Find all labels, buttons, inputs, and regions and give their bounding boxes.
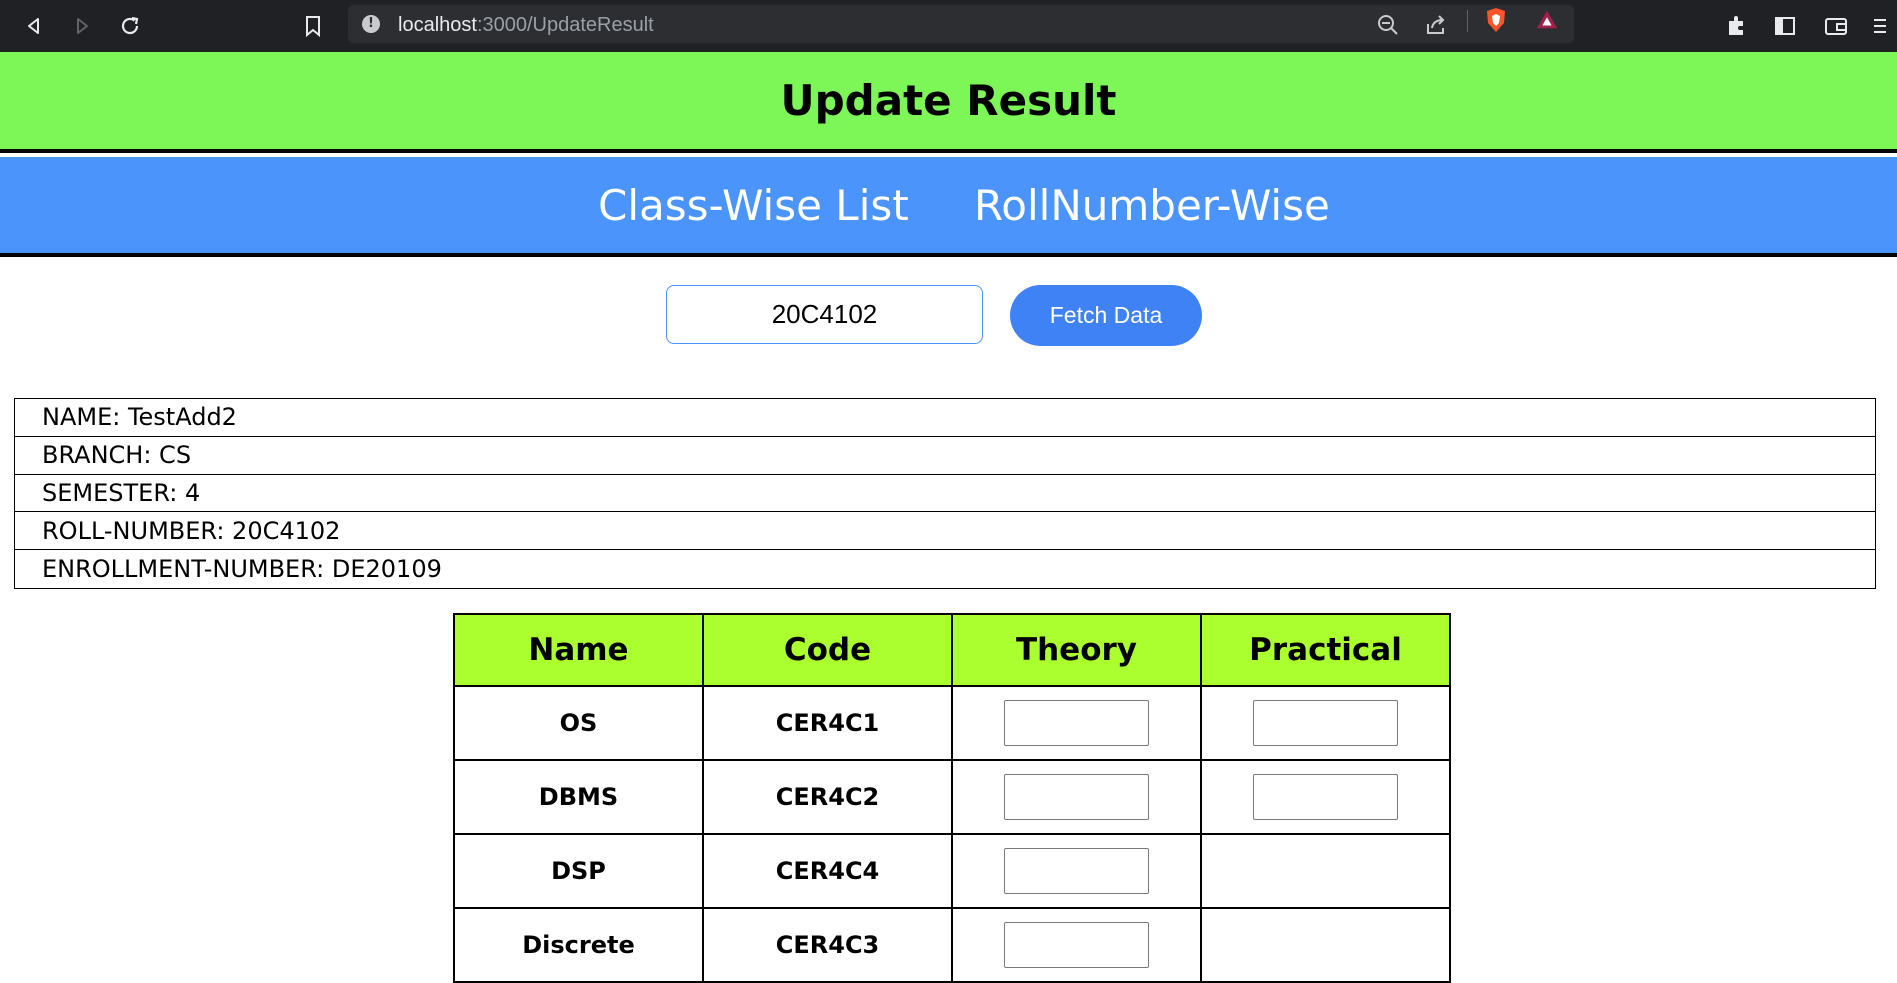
subject-name: Discrete (453, 907, 704, 983)
marks-table: Name Code Theory Practical OS CER4C1 DBM… (453, 613, 1451, 983)
wallet-icon[interactable] (1822, 12, 1850, 40)
info-icon[interactable]: ! (362, 15, 380, 33)
subject-code: CER4C3 (702, 907, 953, 983)
brave-rewards-icon[interactable] (1535, 8, 1559, 32)
main-nav: Class-Wise List RollNumber-Wise (0, 157, 1897, 257)
url-host: localhost (398, 14, 477, 36)
bookmark-icon[interactable] (297, 10, 329, 42)
practical-cell (1200, 685, 1451, 761)
student-name: NAME: TestAdd2 (15, 399, 1875, 437)
theory-cell (951, 685, 1202, 761)
subject-name: OS (453, 685, 704, 761)
subject-code: CER4C2 (702, 759, 953, 835)
student-semester: SEMESTER: 4 (15, 475, 1875, 513)
header-theory: Theory (951, 613, 1202, 687)
header-name: Name (453, 613, 704, 687)
back-icon[interactable] (18, 10, 50, 42)
student-enrollment-number: ENROLLMENT-NUMBER: DE20109 (42, 555, 442, 584)
practical-marks-input[interactable] (1253, 700, 1398, 746)
extensions-icon[interactable] (1722, 12, 1750, 40)
page-header: Update Result (0, 52, 1897, 153)
theory-marks-input[interactable] (1004, 700, 1149, 746)
zoom-out-icon[interactable] (1376, 13, 1400, 37)
theory-marks-input[interactable] (1004, 848, 1149, 894)
menu-icon[interactable] (1870, 12, 1890, 40)
browser-toolbar: ! localhost:3000/UpdateResult (0, 0, 1897, 52)
subject-name: DBMS (453, 759, 704, 835)
student-branch: BRANCH: CS (15, 437, 1875, 475)
subject-code: CER4C4 (702, 833, 953, 909)
student-roll-number: ROLL-NUMBER: 20C4102 (15, 512, 1875, 551)
address-bar[interactable]: ! localhost:3000/UpdateResult (348, 5, 1574, 43)
forward-icon[interactable] (66, 10, 98, 42)
fetch-data-button[interactable]: Fetch Data (1010, 285, 1202, 346)
practical-marks-input[interactable] (1253, 774, 1398, 820)
theory-marks-input[interactable] (1004, 922, 1149, 968)
subject-code: CER4C1 (702, 685, 953, 761)
nav-rollnumber-wise[interactable]: RollNumber-Wise (974, 181, 1330, 230)
address-separator (1467, 10, 1468, 32)
table-row: Discrete CER4C3 (453, 907, 1451, 983)
table-row: DBMS CER4C2 (453, 759, 1451, 835)
roll-number-input[interactable] (666, 285, 983, 344)
theory-cell (951, 833, 1202, 909)
url-text: localhost:3000/UpdateResult (398, 14, 654, 37)
table-row: OS CER4C1 (453, 685, 1451, 761)
sidebar-icon[interactable] (1771, 12, 1799, 40)
subject-name: DSP (453, 833, 704, 909)
theory-cell (951, 907, 1202, 983)
practical-cell (1200, 907, 1451, 983)
practical-cell (1200, 759, 1451, 835)
table-row: DSP CER4C4 (453, 833, 1451, 909)
nav-class-wise-list[interactable]: Class-Wise List (598, 181, 909, 230)
reload-icon[interactable] (114, 10, 146, 42)
url-path: :3000/UpdateResult (476, 14, 654, 36)
brave-shield-icon[interactable] (1484, 8, 1508, 32)
student-info-table: NAME: TestAdd2 BRANCH: CS SEMESTER: 4 RO… (14, 398, 1876, 589)
header-practical: Practical (1200, 613, 1451, 687)
header-code: Code (702, 613, 953, 687)
marks-header-row: Name Code Theory Practical (453, 613, 1451, 687)
share-icon[interactable] (1424, 13, 1448, 37)
practical-cell (1200, 833, 1451, 909)
theory-marks-input[interactable] (1004, 774, 1149, 820)
page-title: Update Result (780, 76, 1117, 125)
theory-cell (951, 759, 1202, 835)
